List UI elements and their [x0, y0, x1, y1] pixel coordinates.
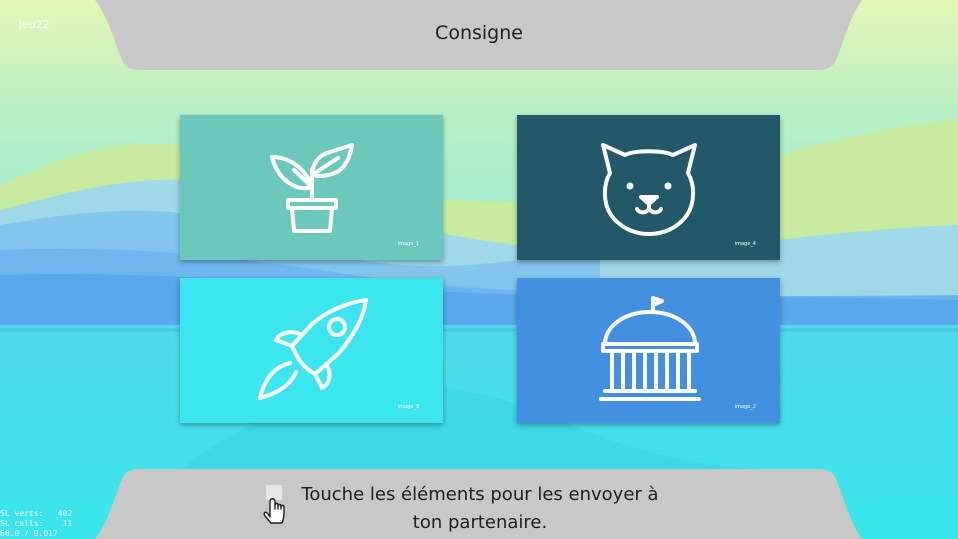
- rocket-icon: [180, 278, 443, 423]
- debug-line-3: 60.0 / 0.017: [0, 529, 58, 538]
- instruction-line-2: ton partenaire.: [412, 512, 548, 533]
- instruction-line-1: Touche les éléments pour les envoyer à: [301, 484, 659, 505]
- cat-icon: [517, 115, 780, 260]
- image-card-rocket[interactable]: image_3: [180, 278, 443, 423]
- debug-stats: SL verts: 402 SL calls: 11 60.0 / 0.017: [0, 509, 72, 539]
- debug-line-2: SL calls: 11: [0, 519, 73, 528]
- instruction-text: Touche les éléments pour les envoyer à t…: [280, 481, 680, 537]
- image-card-plant[interactable]: image_1: [180, 115, 443, 260]
- card-tag: image_2: [734, 404, 756, 410]
- card-tag: image_3: [397, 404, 419, 410]
- game-id-label: jeu22: [19, 18, 50, 31]
- capitol-icon: [517, 278, 780, 423]
- image-card-cat[interactable]: image_4: [517, 115, 780, 260]
- plant-icon: [180, 115, 443, 260]
- card-tag: image_4: [734, 241, 756, 247]
- background-landscape: [0, 0, 958, 539]
- debug-line-1: SL verts: 402: [0, 509, 73, 518]
- image-card-capitol[interactable]: image_2: [517, 278, 780, 423]
- page-title: Consigne: [435, 22, 523, 44]
- card-tag: image_1: [397, 241, 419, 247]
